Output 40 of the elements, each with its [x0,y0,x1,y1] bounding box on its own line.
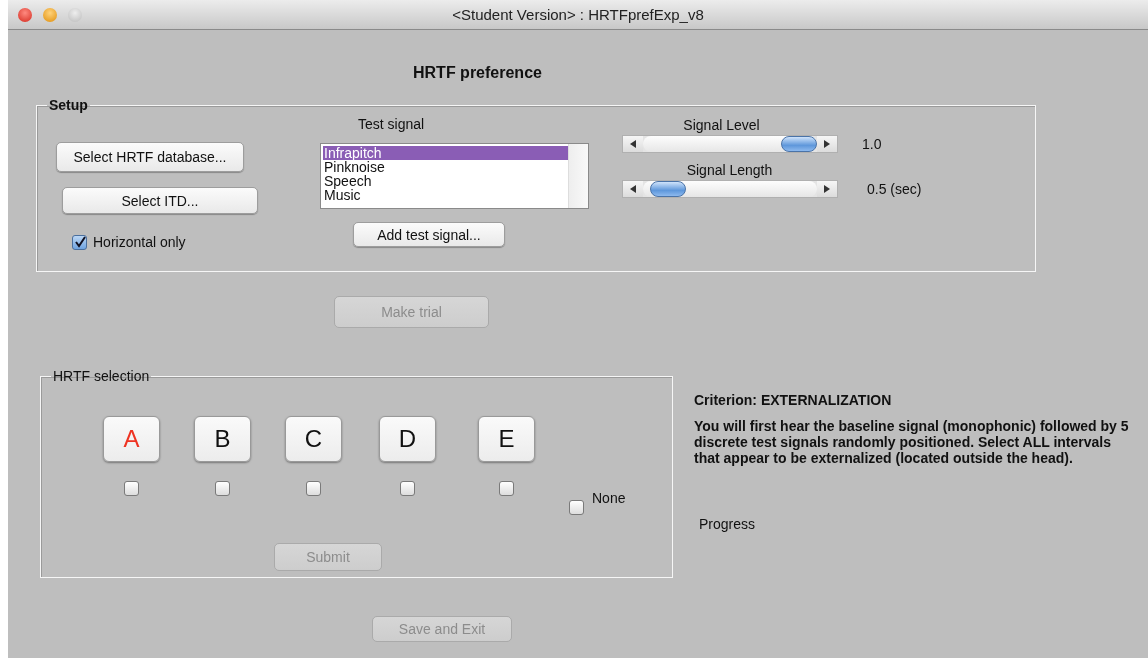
select-button[interactable]: Select ITD... [62,187,258,214]
slider[interactable] [622,135,838,153]
list-item[interactable]: Music [323,188,568,202]
slider[interactable] [622,180,838,198]
window-title: <Student Version> : HRTFprefExp_v8 [452,6,704,23]
close-button[interactable] [18,8,32,22]
slider-label: Signal Length [685,161,774,179]
checkbox[interactable] [215,481,230,496]
panel-title: Setup [48,97,89,113]
progress-label: Progress [699,516,757,532]
checkbox-label: None [592,490,626,506]
instructions-text: You will first hear the baseline signal (monophonic) followed by 5 discrete test signals randomly positioned. Select ALL intervals that appear to be externalized (located outside the head). [694,418,1130,466]
checkbox[interactable] [499,481,514,496]
scrollbar[interactable] [568,144,588,208]
interval-button[interactable]: B [194,416,251,462]
list-item[interactable]: Speech [323,174,568,188]
interval-button[interactable]: A [103,416,160,462]
checkbox[interactable] [72,234,87,250]
checkbox[interactable] [569,500,584,515]
panel-title: HRTF selection [52,368,151,384]
criterion-text: Criterion: EXTERNALIZATION [694,392,893,408]
slider-value: 1.0 [862,136,882,152]
slider-value: 0.5 (sec) [867,181,922,197]
slider-label: Signal Level [682,116,761,134]
interval-button[interactable]: E [478,416,535,462]
slider-thumb[interactable] [649,181,686,197]
checkbox[interactable] [306,481,321,496]
heading: HRTF preference [413,63,543,83]
add-signal-button[interactable]: Add test signal... [353,222,505,247]
list-item[interactable]: Pinknoise [323,160,568,174]
checkbox-label: Horizontal only [93,234,186,250]
test-signal-label: Test signal [358,116,426,132]
checkbox[interactable] [400,481,415,496]
checkbox[interactable] [124,481,139,496]
list-item[interactable]: Infrapitch [323,146,568,160]
interval-button[interactable]: D [379,416,436,462]
signal-list[interactable]: Infrapitch Pinknoise Speech Music [320,143,589,209]
slider-thumb[interactable] [781,136,817,152]
select-button[interactable]: Select HRTF database... [56,142,244,172]
interval-button[interactable]: C [285,416,342,462]
